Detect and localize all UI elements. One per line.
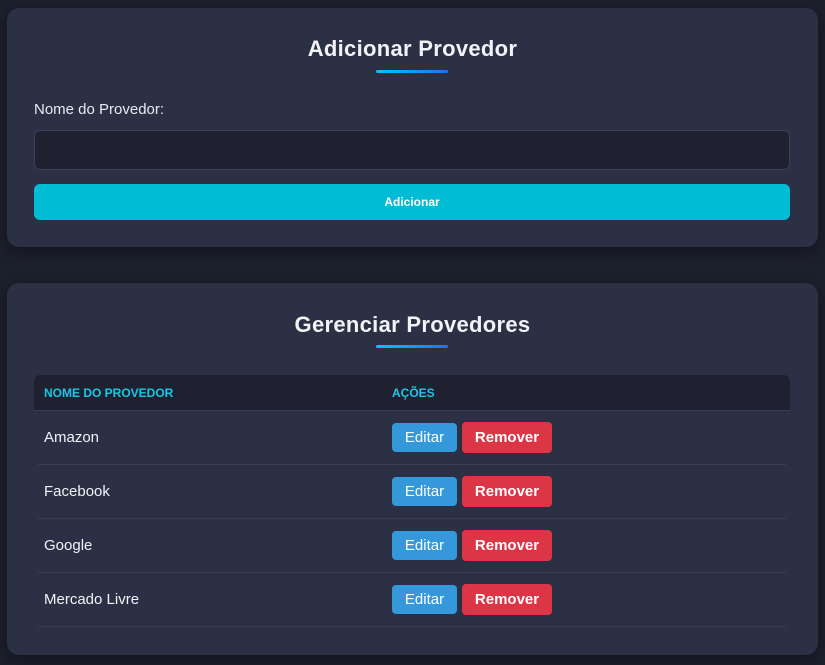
- provider-name-label: Nome do Provedor:: [34, 101, 165, 118]
- title-underline: [376, 70, 448, 73]
- remove-button[interactable]: Remover: [462, 422, 552, 453]
- provider-name-cell: Facebook: [44, 483, 110, 500]
- add-provider-title: Adicionar Provedor: [307, 36, 518, 61]
- remove-button[interactable]: Remover: [462, 476, 552, 507]
- table-row: Mercado Livre Editar Remover: [38, 573, 786, 627]
- manage-providers-title: Gerenciar Provedores: [294, 312, 531, 337]
- remove-button[interactable]: Remover: [462, 584, 552, 615]
- table-row: Facebook Editar Remover: [38, 465, 786, 519]
- column-header-name: NOME DO PROVEDOR: [44, 386, 174, 400]
- edit-button[interactable]: Editar: [392, 477, 457, 506]
- manage-providers-card: Gerenciar Provedores NOME DO PROVEDOR AÇ…: [7, 283, 818, 655]
- provider-name-cell: Google: [44, 537, 93, 554]
- provider-name-input[interactable]: [34, 130, 790, 170]
- provider-name-cell: Mercado Livre: [44, 591, 140, 608]
- edit-button[interactable]: Editar: [392, 585, 457, 614]
- table-header: NOME DO PROVEDOR AÇÕES: [34, 375, 790, 411]
- column-header-actions: AÇÕES: [392, 386, 435, 400]
- remove-button[interactable]: Remover: [462, 530, 552, 561]
- edit-button[interactable]: Editar: [392, 531, 457, 560]
- edit-button[interactable]: Editar: [392, 423, 457, 452]
- table-row: Google Editar Remover: [38, 519, 786, 573]
- title-underline: [376, 345, 448, 348]
- add-provider-button[interactable]: Adicionar: [34, 184, 790, 220]
- providers-table: NOME DO PROVEDOR AÇÕES Amazon Editar Rem…: [34, 375, 790, 627]
- provider-name-cell: Amazon: [44, 429, 100, 446]
- table-row: Amazon Editar Remover: [38, 411, 786, 465]
- add-provider-card: Adicionar Provedor Nome do Provedor: Adi…: [7, 8, 818, 247]
